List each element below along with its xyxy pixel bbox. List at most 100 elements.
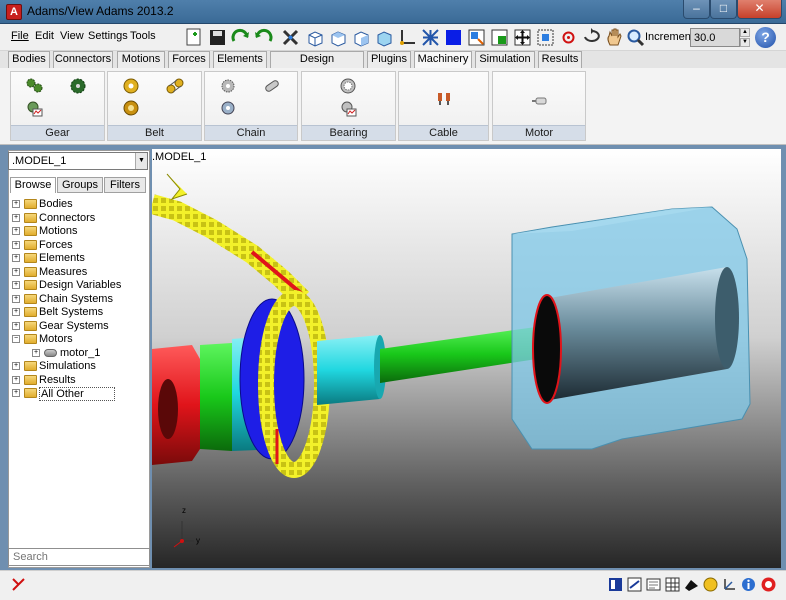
increment-input[interactable] (690, 28, 740, 47)
help-button[interactable]: ? (755, 27, 776, 48)
tab-results[interactable]: Results (538, 51, 582, 68)
expand-icon[interactable]: + (12, 240, 20, 249)
expand-icon[interactable]: + (12, 227, 20, 235)
collapse-icon[interactable]: − (12, 335, 20, 343)
browser-icon[interactable] (607, 576, 624, 593)
gear-output-icon[interactable] (25, 99, 43, 117)
expand-icon[interactable]: + (12, 200, 20, 208)
expand-icon[interactable]: + (12, 213, 20, 222)
save-icon[interactable] (207, 27, 228, 48)
coordinate-icon[interactable] (721, 576, 738, 593)
cable-pulley-icon[interactable] (435, 90, 453, 108)
tree-item-simulations[interactable]: + Simulations (12, 360, 146, 374)
center-icon[interactable] (558, 27, 579, 48)
shading-icon[interactable] (683, 576, 700, 593)
bearing-icon[interactable] (339, 77, 357, 95)
tree-item-all-other[interactable]: + All Other (12, 387, 146, 401)
tab-groups[interactable]: Groups (57, 177, 103, 193)
tree-item-belt-systems[interactable]: + Belt Systems (12, 306, 146, 320)
zoom-box-icon[interactable] (535, 27, 556, 48)
rotate-icon[interactable] (581, 27, 602, 48)
tree-item-forces[interactable]: + Forces (12, 239, 146, 253)
tree-item-bodies[interactable]: + Bodies (12, 198, 146, 212)
tab-motions[interactable]: Motions (117, 51, 165, 68)
tree-item-gear-systems[interactable]: + Gear Systems (12, 320, 146, 334)
gear-pair-icon[interactable] (25, 77, 43, 95)
belt-pulley-icon[interactable] (122, 77, 140, 95)
chain-link-icon[interactable] (263, 77, 281, 95)
close-button[interactable]: ✕ (737, 0, 782, 19)
fit-icon[interactable] (512, 27, 533, 48)
expand-icon[interactable]: + (12, 375, 20, 384)
dynamic-translate-icon[interactable] (466, 27, 487, 48)
belt-output-icon[interactable] (122, 99, 140, 117)
message-icon[interactable] (645, 576, 662, 593)
tools-icon[interactable] (280, 27, 301, 48)
tab-machinery[interactable]: Machinery (414, 51, 472, 69)
menu-view[interactable]: View (60, 30, 84, 42)
expand-icon[interactable]: + (12, 362, 20, 370)
tab-bodies[interactable]: Bodies (8, 51, 50, 68)
motor-icon[interactable] (531, 92, 549, 110)
chain-upper[interactable] (152, 194, 310, 307)
redo-icon[interactable] (230, 27, 251, 48)
search-input[interactable] (8, 548, 150, 566)
menu-edit[interactable]: Edit (35, 30, 54, 42)
expand-icon[interactable]: + (12, 294, 20, 303)
expand-icon[interactable]: + (32, 348, 40, 357)
expand-icon[interactable]: + (12, 308, 20, 316)
minimize-button[interactable]: – (683, 0, 710, 19)
tree-item-motions[interactable]: + Motions (12, 225, 146, 239)
menu-tools[interactable]: Tools (130, 30, 156, 42)
network-icon[interactable] (420, 27, 441, 48)
tree-item-results[interactable]: + Results (12, 374, 146, 388)
table-icon[interactable] (664, 576, 681, 593)
toggle-icon[interactable] (10, 576, 27, 593)
expand-icon[interactable]: + (12, 267, 20, 276)
tab-forces[interactable]: Forces (168, 51, 210, 68)
tree-item-design-variables[interactable]: + Design Variables (12, 279, 146, 293)
dynamic-rotate-icon[interactable] (489, 27, 510, 48)
expand-icon[interactable]: + (12, 281, 20, 289)
tab-browse[interactable]: Browse (10, 177, 56, 193)
tree-item-connectors[interactable]: + Connectors (12, 212, 146, 226)
chevron-down-icon[interactable]: ▼ (135, 153, 147, 169)
fill-color-icon[interactable] (443, 27, 464, 48)
triad-icon[interactable] (397, 27, 418, 48)
expand-icon[interactable]: + (12, 254, 20, 262)
expand-icon[interactable]: + (12, 389, 20, 397)
3d-viewport[interactable]: z y (152, 149, 781, 568)
tab-plugins[interactable]: Plugins (367, 51, 411, 68)
green-hub[interactable] (200, 343, 232, 451)
chain-sprocket-icon[interactable] (219, 77, 237, 95)
info-icon[interactable] (626, 576, 643, 593)
units-icon[interactable] (702, 576, 719, 593)
tab-simulation[interactable]: Simulation (475, 51, 535, 68)
model-select-dropdown[interactable]: .MODEL_1 ▼ (8, 152, 148, 170)
stop-icon[interactable] (760, 576, 777, 593)
tab-elements[interactable]: Elements (213, 51, 267, 68)
tree-item-measures[interactable]: + Measures (12, 266, 146, 280)
view-iso-icon[interactable] (374, 27, 395, 48)
gear-spur-icon[interactable] (69, 77, 87, 95)
view-right-icon[interactable] (351, 27, 372, 48)
information-icon[interactable] (740, 576, 757, 593)
zoom-icon[interactable] (625, 27, 646, 48)
new-model-icon[interactable] (184, 27, 205, 48)
pan-icon[interactable] (604, 27, 625, 48)
tree-item-chain-systems[interactable]: + Chain Systems (12, 293, 146, 307)
tab-connectors[interactable]: Connectors (53, 51, 113, 68)
tree-item-motor-1[interactable]: + motor_1 (12, 347, 146, 361)
tree-item-elements[interactable]: + Elements (12, 252, 146, 266)
undo-icon[interactable] (253, 27, 274, 48)
bearing-output-icon[interactable] (339, 99, 357, 117)
tab-filters[interactable]: Filters (104, 177, 146, 193)
tab-design-exploration[interactable]: Design Exploration (270, 51, 364, 80)
increment-up-button[interactable]: ▲ (740, 28, 750, 37)
expand-icon[interactable]: + (12, 321, 20, 330)
maximize-button[interactable]: □ (710, 0, 737, 19)
view-front-icon[interactable] (305, 27, 326, 48)
menu-settings[interactable]: Settings (88, 30, 128, 42)
chain-output-icon[interactable] (219, 99, 237, 117)
adams-app-icon[interactable]: A (6, 4, 22, 20)
